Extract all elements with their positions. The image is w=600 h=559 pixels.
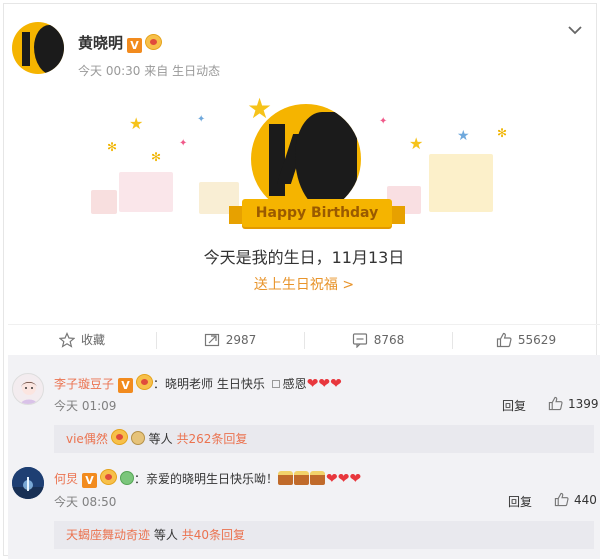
comment-text: ：亲爱的晓明生日快乐呦！: [134, 472, 279, 486]
like-icon: [548, 396, 563, 411]
badge-icon: [120, 471, 135, 485]
repost-button[interactable]: 2987: [156, 325, 304, 354]
subreply-user[interactable]: 天蝎座舞动奇迹: [66, 528, 150, 542]
like-icon: [554, 492, 569, 507]
commenter-name[interactable]: 何炅: [54, 472, 78, 486]
sparkle-icon: ✻: [497, 126, 508, 140]
happy-birthday-ribbon: Happy Birthday: [242, 199, 392, 227]
reply-button[interactable]: 回复: [502, 397, 526, 414]
cake-icon: [294, 471, 310, 485]
emoji-placeholder-icon: [271, 380, 280, 388]
subreply-user[interactable]: vie偶然: [66, 432, 108, 446]
sparkle-icon: ✻: [107, 140, 118, 154]
heart-icon: ❤: [326, 471, 338, 487]
sparkle-icon: ✦: [179, 138, 188, 149]
post-source[interactable]: 生日动态: [172, 64, 220, 78]
commenter-avatar[interactable]: [12, 467, 44, 499]
source-prefix: 来自: [144, 64, 169, 78]
subreply-mid: 等人: [148, 432, 173, 446]
verified-badge-icon: V: [118, 378, 134, 393]
favorite-label: 收藏: [80, 333, 105, 347]
post-time: 今天 00:30: [78, 64, 141, 78]
comment-item: 何炅 V ：亲爱的晓明生日快乐呦！ ❤❤❤ 今天 08:50 回复 440 天蝎座舞动…: [8, 465, 600, 559]
medal-icon: [100, 469, 118, 485]
verified-badge-icon: V: [127, 38, 143, 53]
heart-icon: ❤: [318, 376, 331, 392]
gift-box-icon: [91, 190, 117, 214]
subreply-summary[interactable]: 天蝎座舞动奇迹 等人 共40条回复: [54, 521, 594, 549]
comment-like-count: 1399: [568, 396, 599, 411]
comment-item: 李子璇豆子 V ：晓明老师 生日快乐 感恩❤❤❤ 今天 01:09 回复 1399 …: [8, 369, 600, 467]
like-icon: [496, 332, 512, 347]
comment-button[interactable]: 8768: [304, 325, 452, 354]
comments-section: 李子璇豆子 V ：晓明老师 生日快乐 感恩❤❤❤ 今天 01:09 回复 1399 …: [8, 355, 600, 559]
comment-line: 何炅 V ：亲爱的晓明生日快乐呦！ ❤❤❤: [54, 469, 361, 488]
commenter-avatar[interactable]: [12, 373, 44, 405]
heart-icon: ❤: [330, 376, 342, 392]
gift-box-icon: [429, 154, 493, 212]
chevron-down-icon[interactable]: [564, 19, 586, 41]
medal-icon: [145, 34, 163, 50]
badge-icon: [130, 431, 145, 445]
like-button[interactable]: 55629: [452, 325, 600, 354]
star-icon: ★: [457, 128, 470, 144]
birthday-card: ★ ✻ ✦ ✦ ★ ★ ✦ ✻ ✻ ★ Happy Birthday 今天是我的…: [79, 92, 529, 314]
subreply-count-link[interactable]: 共40条回复: [182, 528, 245, 542]
subreply-summary[interactable]: vie偶然 等人 共262条回复: [54, 425, 594, 453]
author-avatar[interactable]: [12, 22, 64, 74]
medal-icon: [136, 374, 154, 390]
weibo-post-card: 黄晓明 V 今天 00:30 来自 生日动态 ★ ✻ ✦ ✦ ★ ★ ✦ ✻ ✻ …: [3, 3, 600, 559]
sparkle-icon: ✻: [151, 150, 162, 164]
comment-count: 8768: [373, 332, 405, 347]
sparkle-icon: ✦: [197, 114, 206, 125]
author-name-row: 黄晓明 V: [78, 32, 163, 53]
star-icon: ★: [247, 92, 273, 125]
like-count: 55629: [517, 332, 557, 347]
subreply-count-link[interactable]: 共262条回复: [177, 432, 248, 446]
post-meta: 今天 00:30 来自 生日动态: [78, 62, 220, 79]
birthday-message: 今天是我的生日，11月13日: [203, 248, 405, 267]
repost-icon: [204, 333, 219, 346]
comment-text: ：晓明老师 生日快乐: [153, 377, 265, 391]
favorite-button[interactable]: 收藏: [8, 325, 156, 354]
post-header: 黄晓明 V 今天 00:30 来自 生日动态: [12, 17, 592, 79]
star-icon: ★: [129, 114, 144, 133]
comment-like-button[interactable]: 1399: [548, 396, 599, 411]
cake-icon: [310, 471, 326, 485]
comment-icon: [352, 332, 367, 348]
comment-like-button[interactable]: 440: [554, 492, 597, 507]
heart-icon: ❤: [349, 471, 362, 487]
heart-icon: ❤: [306, 376, 319, 392]
comment-like-count: 440: [574, 492, 597, 507]
comment-text-tail: 感恩: [282, 377, 307, 391]
star-icon: [58, 331, 75, 348]
repost-count: 2987: [225, 332, 257, 347]
comment-time: 今天 01:09: [54, 399, 117, 413]
commenter-name[interactable]: 李子璇豆子: [54, 377, 114, 391]
verified-badge-icon: V: [82, 473, 98, 488]
subreply-mid: 等人: [153, 528, 178, 542]
star-icon: ★: [409, 134, 424, 153]
reply-button[interactable]: 回复: [508, 493, 532, 510]
author-name[interactable]: 黄晓明: [78, 34, 123, 52]
gift-box-icon: [119, 172, 173, 212]
heart-icon: ❤: [337, 471, 350, 487]
medal-icon: [110, 429, 128, 445]
sparkle-icon: ✦: [379, 116, 388, 127]
comment-time: 今天 08:50: [54, 495, 117, 509]
post-toolbar: 收藏 2987 8768 55629: [8, 324, 600, 354]
send-wishes-link[interactable]: 送上生日祝福 >: [79, 274, 529, 294]
cake-icon: [278, 471, 294, 485]
comment-line: 李子璇豆子 V ：晓明老师 生日快乐 感恩❤❤❤: [54, 374, 342, 393]
